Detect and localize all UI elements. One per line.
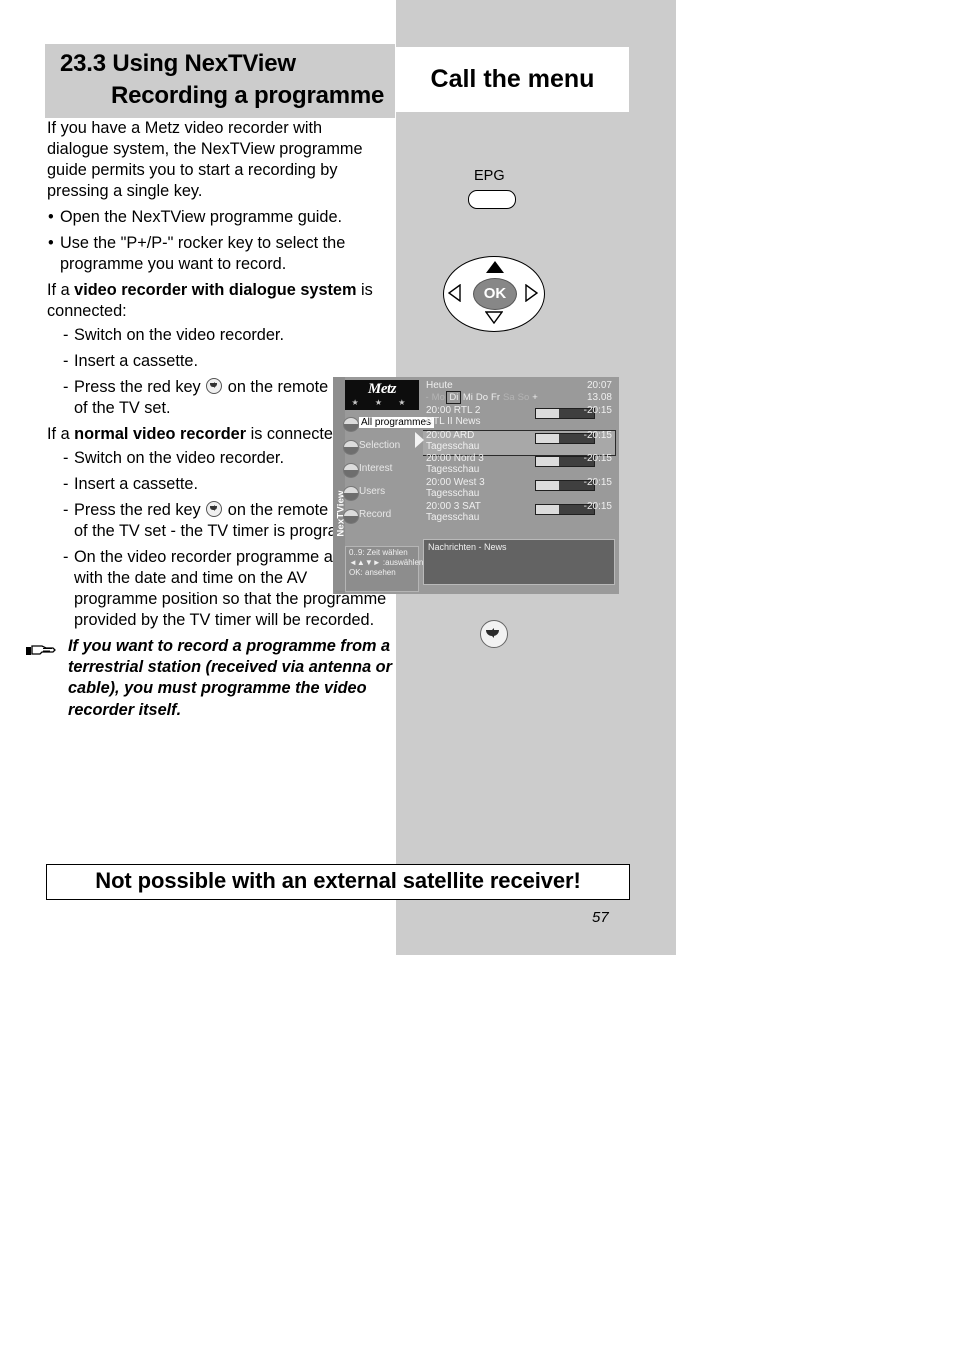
sidebar-item-label: Users <box>359 486 386 497</box>
call-the-menu-title: Call the menu <box>430 65 595 93</box>
cond2-post: is connected: <box>246 425 347 444</box>
arrow-down-icon[interactable] <box>485 311 503 324</box>
section-subtitle: Recording a programme <box>111 82 385 109</box>
cond2-pre: If a <box>47 425 75 444</box>
bullet-open-guide: Open the NexTView programme guide. <box>47 207 387 228</box>
epg-day-mi[interactable]: Mi <box>461 392 474 403</box>
ok-button[interactable]: OK <box>473 278 517 310</box>
epg-button[interactable] <box>468 190 516 209</box>
ok-button-label: OK <box>483 285 507 302</box>
epg-sidebar: Metz ★ ★ ★ All programmes Selection Inte… <box>343 380 435 592</box>
programme-time-channel: 20:00 West 3 <box>426 477 485 488</box>
programme-title: Tagesschau <box>426 488 480 499</box>
note-block: If you want to record a programme from a… <box>26 636 396 721</box>
sidebar-item-label: Interest <box>359 463 393 474</box>
selection-caret-icon <box>415 432 424 448</box>
sidebar-item-label: Record <box>359 509 392 520</box>
arrow-right-icon[interactable] <box>525 284 538 302</box>
epg-day-+[interactable]: + <box>531 392 540 403</box>
c2-step3-pre: Press the red key <box>74 501 201 520</box>
epg-today-label: Heute <box>426 380 453 391</box>
call-the-menu-heading-block: Call the menu <box>396 47 629 112</box>
hint-line-1: 0..9: Zeit wählen <box>349 548 408 557</box>
warning-banner: Not possible with an external satellite … <box>46 864 630 900</box>
epg-info-text: Nachrichten - News <box>428 542 507 552</box>
back-arrow-icon[interactable] <box>480 620 508 648</box>
sidebar-item-label: Selection <box>359 440 401 451</box>
metz-logo: Metz ★ ★ ★ <box>345 380 419 410</box>
section-number-title: 23.3 Using NexTView <box>60 50 296 77</box>
epg-header: Heute 20:07 13.08 - Mo Di Mi Do Fr Sa So + <box>423 380 615 406</box>
epg-programme-row[interactable]: 20:00 West 3 Tagesschau -20:15 <box>423 477 615 502</box>
manual-page: 23.3 Using NexTView Recording a programm… <box>0 0 954 1351</box>
epg-day-so[interactable]: So <box>516 392 531 403</box>
epg-programme-row[interactable]: 20:00 Nord 3 Tagesschau -20:15 <box>423 453 615 478</box>
warning-banner-text: Not possible with an external satellite … <box>95 868 581 893</box>
programme-title: RTL II News <box>426 416 481 427</box>
programme-end-time: -20:15 <box>583 405 612 416</box>
section-heading-block: 23.3 Using NexTView Recording a programm… <box>45 44 395 118</box>
arrow-up-icon[interactable] <box>486 261 504 273</box>
cond1-pre: If a <box>47 281 75 300</box>
programme-end-time: -20:15 <box>583 501 612 512</box>
epg-info-panel: Nachrichten - News <box>423 539 615 585</box>
intro-paragraph: If you have a Metz video recorder with d… <box>47 119 363 201</box>
knob-icon <box>343 486 359 501</box>
epg-day-do[interactable]: Do <box>474 392 489 403</box>
hint-line-2: ◄▲▼► :auswählen <box>349 558 424 567</box>
hint-line-3: OK: ansehen <box>349 568 396 577</box>
condition-dialogue-system: If a video recorder with dialogue system… <box>47 280 387 322</box>
pointing-hand-icon <box>26 645 56 655</box>
epg-listing: Heute 20:07 13.08 - Mo Di Mi Do Fr Sa So + 20:00… <box>415 380 616 590</box>
knob-icon <box>343 440 359 455</box>
tv-epg-screen: NexTView Metz ★ ★ ★ All programmes Selec… <box>333 377 619 594</box>
epg-day-fr[interactable]: Fr <box>490 392 502 403</box>
red-key-icon <box>206 378 223 395</box>
programme-time-channel: 20:00 RTL 2 <box>426 405 481 416</box>
metz-wordmark: Metz <box>368 381 397 397</box>
metz-stars: ★ ★ ★ <box>351 398 413 407</box>
step-insert-cassette-1: Insert a cassette. <box>47 351 387 372</box>
epg-programme-row[interactable]: 20:00 RTL 2 RTL II News -20:15 <box>423 405 615 430</box>
epg-day-sa[interactable]: Sa <box>502 392 517 403</box>
epg-date: 13.08 <box>586 392 612 403</box>
red-key-icon <box>206 501 223 518</box>
arrow-left-icon[interactable] <box>448 284 461 302</box>
knob-icon <box>343 417 359 432</box>
programme-end-time: -20:15 <box>583 453 612 464</box>
programme-time-channel: 20:00 3 SAT <box>426 501 481 512</box>
epg-day-di[interactable]: Di <box>446 391 462 404</box>
programme-title: Tagesschau <box>426 464 480 475</box>
epg-key-label: EPG <box>474 168 505 184</box>
epg-programme-row[interactable]: 20:00 3 SAT Tagesschau -20:15 <box>423 501 615 526</box>
bullet-select-programme: Use the "P+/P-" rocker key to select the… <box>47 233 387 275</box>
knob-icon <box>343 509 359 524</box>
epg-key-hints: 0..9: Zeit wählen ◄▲▼► :auswählen OK: an… <box>345 546 424 592</box>
epg-clock: 20:07 <box>586 380 612 391</box>
c1-step3-pre: Press the red key <box>74 378 201 397</box>
cond1-bold: video recorder with dialogue system <box>74 281 357 300</box>
programme-title: Tagesschau <box>426 512 480 523</box>
note-text: If you want to record a programme from a… <box>68 637 392 719</box>
step-switch-on-recorder-1: Switch on the video recorder. <box>47 325 387 346</box>
programme-end-time: -20:15 <box>583 477 612 488</box>
programme-time-channel: 20:00 Nord 3 <box>426 453 484 464</box>
programme-time-channel: 20:00 ARD <box>426 430 475 441</box>
epg-day-selector[interactable]: - Mo Di Mi Do Fr Sa So + <box>424 391 540 404</box>
page-number: 57 <box>592 909 609 926</box>
knob-icon <box>343 463 359 478</box>
epg-day-mo[interactable]: Mo <box>430 392 446 403</box>
programme-title: Tagesschau <box>426 441 480 452</box>
programme-end-time: -20:15 <box>583 430 612 441</box>
cond2-bold: normal video recorder <box>74 425 247 444</box>
